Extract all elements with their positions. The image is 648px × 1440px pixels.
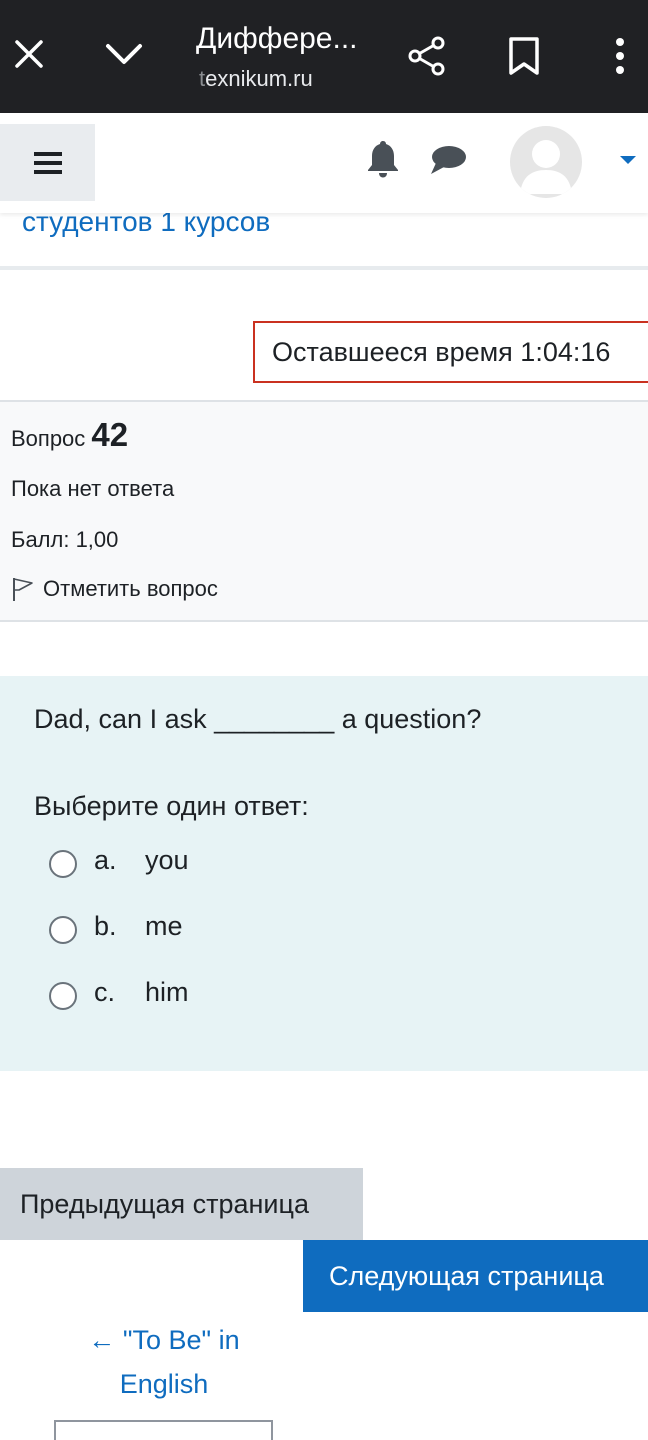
question-grade: Балл: 1,00 [11, 527, 119, 552]
share-icon[interactable] [404, 33, 450, 79]
caret-down-icon[interactable] [619, 153, 637, 165]
bell-icon[interactable] [364, 139, 402, 179]
answer-option-c[interactable]: c. him [49, 974, 189, 1010]
site-navbar [0, 113, 648, 213]
question-number-value: 42 [91, 416, 129, 453]
radio-button[interactable] [49, 916, 77, 944]
answer-prompt: Выберите один ответ: [34, 791, 309, 821]
browser-top-bar: Диффере... texnikum.ru [0, 0, 648, 113]
previous-activity-link[interactable]: ← "To Be" in English [54, 1318, 274, 1406]
question-info-panel: Вопрос 42 Пока нет ответа Балл: 1,00 Отм… [0, 400, 648, 622]
previous-page-button[interactable]: Предыдущая страница [0, 1168, 363, 1240]
bookmark-icon[interactable] [504, 33, 544, 79]
option-letter: a. [94, 844, 117, 875]
hamburger-icon [33, 151, 62, 174]
flag-question-label: Отметить вопрос [43, 576, 218, 601]
option-text[interactable]: me [145, 911, 183, 942]
question-text: Dad, can I ask ________ a question? [34, 704, 482, 734]
page-url: texnikum.ru [199, 66, 313, 92]
question-content: Dad, can I ask ________ a question? Выбе… [0, 676, 648, 1071]
question-number-label: Вопрос [11, 426, 86, 451]
close-icon[interactable] [8, 33, 50, 75]
user-silhouette-icon [520, 140, 572, 194]
question-state: Пока нет ответа [11, 476, 175, 501]
avatar[interactable] [510, 126, 582, 198]
more-vert-icon[interactable] [606, 33, 634, 79]
previous-activity-line1[interactable]: ← "To Be" in [54, 1318, 274, 1362]
answer-option-a[interactable]: a. you [49, 842, 189, 878]
page-title: Диффере... [196, 22, 358, 55]
quiz-timer: Оставшееся время 1:04:16 [253, 321, 648, 383]
radio-button[interactable] [49, 982, 77, 1010]
answer-option-b[interactable]: b. me [49, 908, 183, 944]
chevron-down-icon[interactable] [102, 33, 146, 75]
question-number: Вопрос 42 [11, 416, 128, 454]
flag-icon [11, 576, 35, 602]
url-domain: exnikum.ru [205, 66, 313, 91]
option-text[interactable]: you [145, 845, 189, 876]
jump-to-select[interactable] [54, 1420, 273, 1440]
option-letter: b. [94, 910, 117, 941]
next-page-button[interactable]: Следующая страница [303, 1240, 648, 1312]
previous-activity-line2[interactable]: English [54, 1362, 274, 1406]
chat-icon[interactable] [428, 143, 468, 179]
divider [0, 266, 648, 270]
option-text[interactable]: him [145, 977, 189, 1008]
radio-button[interactable] [49, 850, 77, 878]
flag-question-link[interactable]: Отметить вопрос [11, 576, 218, 602]
hamburger-menu-button[interactable] [0, 124, 95, 201]
option-letter: c. [94, 976, 116, 1007]
